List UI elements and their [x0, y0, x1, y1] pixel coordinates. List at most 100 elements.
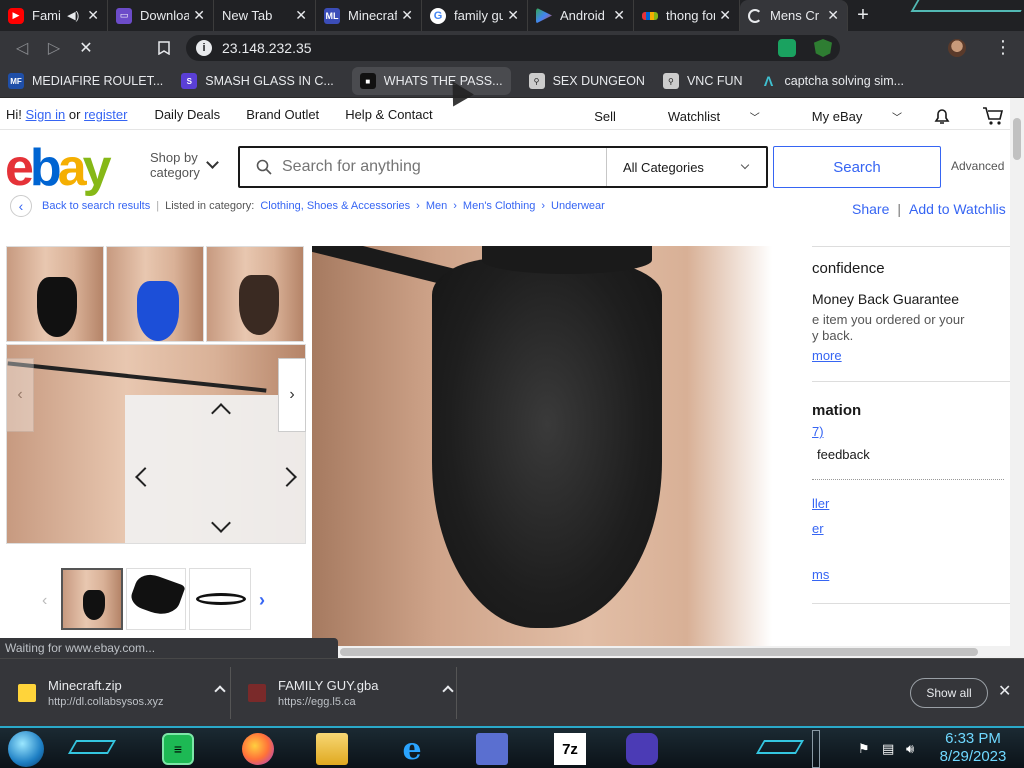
feedback-count-link[interactable]: 7): [812, 424, 824, 439]
download-item-family-guy[interactable]: FAMILY GUY.gba https://egg.l5.ca: [248, 659, 454, 727]
start-orb-icon[interactable]: [8, 731, 44, 767]
shop-by-line2: category: [150, 165, 200, 180]
close-tab-icon[interactable]: ✕: [827, 7, 839, 24]
bookmark-mediafire[interactable]: MF MEDIAFIRE ROULET...: [8, 73, 163, 89]
seller-link-2[interactable]: er: [812, 521, 824, 536]
close-tab-icon[interactable]: ✕: [507, 7, 519, 24]
internet-explorer-icon[interactable]: e: [396, 732, 428, 767]
tab-2[interactable]: New Tab ✕: [214, 0, 316, 31]
bookmark-vnc-fun[interactable]: ⚲ VNC FUN: [662, 73, 743, 89]
ebay-logo[interactable]: ebay: [5, 142, 112, 194]
show-all-button[interactable]: Show all: [910, 678, 988, 708]
gba-emulator-icon[interactable]: [626, 733, 658, 765]
tab-1[interactable]: ▭ Download ✕: [108, 0, 214, 31]
close-icon[interactable]: ✕: [998, 681, 1011, 701]
network-icon[interactable]: ▤: [882, 741, 894, 757]
tab-3[interactable]: ML Minecraft ✕: [316, 0, 422, 31]
bookmark-whats-the-pass[interactable]: ■ WHATS THE PASS...: [351, 67, 511, 95]
search-button[interactable]: Search: [773, 146, 941, 188]
close-tab-icon[interactable]: ✕: [87, 7, 99, 24]
close-tab-icon[interactable]: ✕: [193, 7, 205, 24]
menu-icon[interactable]: ⋮: [994, 37, 1012, 58]
bell-icon[interactable]: [932, 106, 952, 126]
profile-avatar[interactable]: [948, 39, 966, 57]
back-to-results-link[interactable]: Back to search results: [42, 200, 150, 212]
breadcrumb-mens-clothing[interactable]: Men's Clothing: [463, 200, 535, 212]
photo-garment: [37, 277, 77, 337]
bookmark-icon[interactable]: [148, 32, 180, 64]
add-to-watchlist-link[interactable]: Add to Watchlis: [909, 201, 1006, 217]
filmstrip-thumb-2[interactable]: [126, 568, 186, 630]
help-contact-link[interactable]: Help & Contact: [345, 107, 432, 122]
close-tab-icon[interactable]: ✕: [613, 7, 625, 24]
register-link[interactable]: register: [84, 107, 127, 122]
breadcrumb: ‹ Back to search results | Listed in cat…: [10, 195, 605, 217]
share-link[interactable]: Share: [852, 201, 889, 217]
bookmark-captcha[interactable]: Λ captcha solving sim...: [761, 73, 904, 89]
tab-5[interactable]: Android ✕: [528, 0, 634, 31]
filmstrip-prev-icon[interactable]: ‹: [42, 592, 47, 610]
gallery-photo-3[interactable]: [206, 246, 304, 342]
close-tab-icon[interactable]: ✕: [401, 7, 413, 24]
spotify-icon[interactable]: ≡: [162, 733, 194, 765]
back-arrow-icon[interactable]: ◁: [6, 32, 38, 64]
scrollbar-thumb[interactable]: [1013, 118, 1021, 160]
main-product-image[interactable]: [312, 246, 812, 646]
tab-0[interactable]: ▶ Fami ◀) ✕: [0, 0, 108, 31]
category-select[interactable]: All Categories: [606, 148, 766, 186]
back-chevron-icon[interactable]: ‹: [10, 195, 32, 217]
bookmark-sex-dungeon[interactable]: ⚲ SEX DUNGEON: [528, 73, 645, 89]
forward-arrow-icon[interactable]: ▷: [38, 32, 70, 64]
bookmark-smash-glass[interactable]: S SMASH GLASS IN C...: [181, 73, 334, 89]
address-bar[interactable]: i 23.148.232.35: [186, 35, 840, 61]
seller-link-1[interactable]: ller: [812, 496, 829, 511]
filmstrip-thumb-3[interactable]: [189, 568, 251, 630]
close-tab-icon[interactable]: ✕: [719, 7, 731, 24]
download-url: https://egg.l5.ca: [278, 696, 356, 708]
file-explorer-icon[interactable]: [316, 733, 348, 765]
control-panel-icon[interactable]: [476, 733, 508, 765]
sign-in-link[interactable]: Sign in: [26, 107, 66, 122]
extension-green-icon[interactable]: [778, 39, 796, 57]
sell-link[interactable]: Sell: [594, 109, 616, 124]
chevron-up-icon[interactable]: [442, 685, 454, 697]
firefox-icon[interactable]: [242, 733, 274, 765]
brand-outlet-link[interactable]: Brand Outlet: [246, 107, 319, 122]
gallery-photo-4[interactable]: [6, 344, 306, 544]
vertical-scrollbar[interactable]: [1010, 98, 1024, 646]
stop-loading-icon[interactable]: ✕: [70, 32, 102, 64]
scrollbar-thumb[interactable]: [340, 648, 978, 656]
info-icon[interactable]: i: [196, 40, 212, 56]
close-tab-icon[interactable]: ✕: [295, 7, 307, 24]
chevron-right-icon: ›: [416, 200, 420, 212]
watchlist-link[interactable]: Watchlist ﹀: [642, 109, 760, 124]
chevron-up-icon[interactable]: [214, 685, 226, 697]
clock[interactable]: 6:33 PM 8/29/2023: [930, 730, 1016, 766]
gallery-prev-button[interactable]: ‹: [6, 358, 34, 432]
filmstrip-thumb-1[interactable]: [61, 568, 123, 630]
my-ebay-link[interactable]: My eBay ﹀: [786, 109, 902, 124]
gallery-next-button[interactable]: ›: [278, 358, 306, 432]
feedback-text: feedback: [817, 447, 870, 462]
tab-7[interactable]: Mens Cr ✕: [740, 0, 848, 31]
daily-deals-link[interactable]: Daily Deals: [154, 107, 220, 122]
download-item-minecraft[interactable]: Minecraft.zip http://dl.collabsysos.xyz: [18, 659, 226, 727]
7zip-icon[interactable]: 7z: [554, 733, 586, 765]
shop-by-category-button[interactable]: Shop by category: [150, 150, 200, 180]
gallery-photo-1[interactable]: [6, 246, 104, 342]
advanced-search-link[interactable]: Advanced: [951, 159, 1004, 173]
seller-link-3[interactable]: ms: [812, 567, 829, 582]
volume-icon[interactable]: 🔊︎: [906, 741, 914, 757]
search-input[interactable]: [282, 158, 612, 176]
gallery-photo-2[interactable]: [106, 246, 204, 342]
filmstrip-next-icon[interactable]: ›: [259, 590, 265, 611]
breadcrumb-underwear[interactable]: Underwear: [551, 200, 605, 212]
cart-icon[interactable]: [982, 106, 1004, 126]
flag-icon[interactable]: ⚑: [858, 741, 870, 757]
breadcrumb-men[interactable]: Men: [426, 200, 447, 212]
learn-more-link[interactable]: more: [812, 348, 842, 363]
tab-6[interactable]: thong for ✕: [634, 0, 740, 31]
tab-4[interactable]: G family guy ✕: [422, 0, 528, 31]
new-tab-button[interactable]: +: [848, 0, 878, 31]
breadcrumb-clothing[interactable]: Clothing, Shoes & Accessories: [260, 200, 410, 212]
